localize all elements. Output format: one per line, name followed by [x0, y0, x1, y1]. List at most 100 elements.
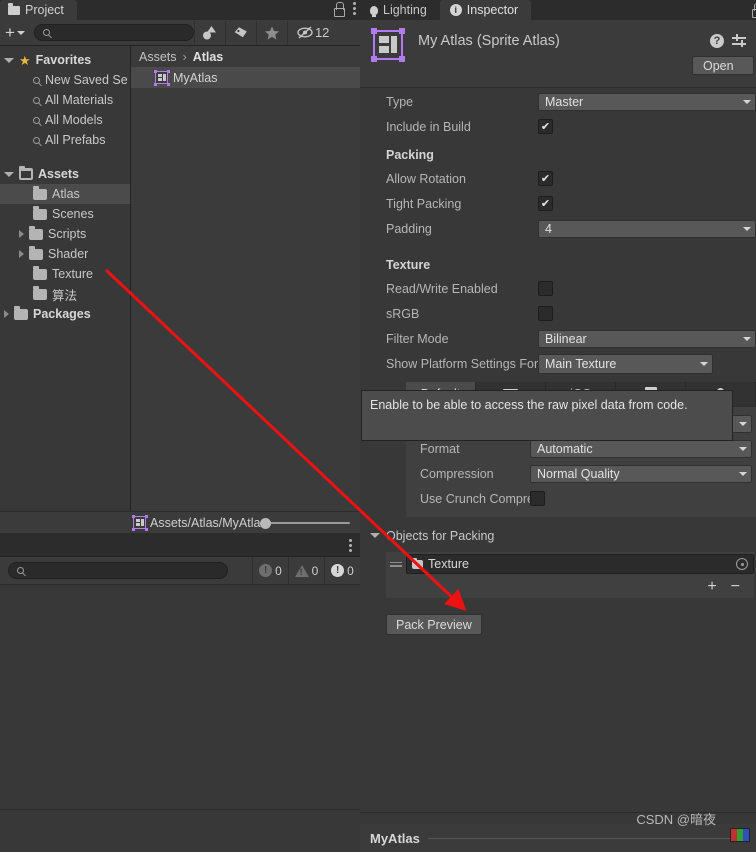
color-swatch-icon[interactable]	[730, 828, 750, 842]
tab-project[interactable]: Project	[0, 0, 77, 20]
chevron-right-icon[interactable]	[19, 230, 24, 238]
error-count-value: 0	[347, 563, 354, 578]
asset-label: MyAtlas	[173, 70, 218, 85]
settings-preset-icon[interactable]	[732, 34, 746, 48]
project-search-box[interactable]	[33, 24, 194, 41]
slider-knob[interactable]	[260, 518, 271, 529]
srgb-checkbox[interactable]: ✔	[538, 306, 553, 321]
tree-item--[interactable]: 算法	[0, 284, 130, 304]
padding-dropdown[interactable]: 4	[538, 219, 756, 238]
tree-item-assets[interactable]: Assets	[0, 164, 130, 184]
filter-by-label-button[interactable]	[224, 20, 256, 45]
lock-icon[interactable]	[333, 2, 345, 17]
packing-object-field[interactable]: Texture	[406, 554, 754, 574]
remove-object-button[interactable]: −	[731, 579, 740, 595]
warning-count[interactable]: 0	[288, 556, 324, 585]
add-object-button[interactable]: +	[707, 579, 716, 595]
tab-inspector[interactable]: i Inspector	[439, 0, 532, 20]
pack-preview-button[interactable]: Pack Preview	[386, 614, 482, 635]
inspector-tabbar: Lighting i Inspector	[360, 0, 756, 20]
open-button[interactable]: Open	[692, 56, 754, 75]
folder-icon	[29, 245, 43, 260]
shapes-filter-icon	[203, 26, 217, 40]
tree-item-label: Shader	[48, 247, 89, 261]
type-dropdown[interactable]: Master	[538, 92, 756, 111]
tree-item-all-models[interactable]: All Models	[0, 110, 130, 130]
object-picker-icon[interactable]	[736, 558, 748, 570]
tree-item-all-materials[interactable]: All Materials	[0, 90, 130, 110]
atlas-type-row: Type Master	[360, 89, 756, 114]
read-write-enabled-checkbox[interactable]: ✔	[538, 281, 553, 296]
tree-item-atlas[interactable]: Atlas	[0, 184, 130, 204]
tree-item-all-prefabs[interactable]: All Prefabs	[0, 130, 130, 150]
unity-editor-window: Project + 12 ★ Favorites New Saved Se Al…	[0, 0, 756, 852]
compression-dropdown[interactable]: Normal Quality	[530, 464, 752, 483]
tag-icon	[234, 26, 247, 37]
plus-icon: +	[5, 22, 15, 42]
hidden-assets-button[interactable]: 12	[286, 20, 335, 45]
chevron-right-icon[interactable]	[4, 310, 9, 318]
icon-size-slider[interactable]	[260, 518, 350, 529]
include-in-build-checkbox[interactable]: ✔	[538, 119, 553, 134]
folder-icon	[33, 205, 47, 220]
objects-for-packing-buttons: + −	[386, 576, 754, 598]
console-search-input[interactable]	[28, 564, 219, 577]
tab-lighting[interactable]: Lighting	[360, 0, 440, 20]
tight-packing-checkbox[interactable]: ✔	[538, 196, 553, 211]
format-value: Automatic	[537, 441, 593, 456]
chevron-down-icon[interactable]	[4, 171, 14, 177]
list-item[interactable]: MyAtlas	[131, 67, 360, 88]
texture-properties: Read/Write Enabled ✔ sRGB ✔ Filter Mode Bilin…	[360, 276, 756, 376]
objects-for-packing-header[interactable]: Objects for Packing	[360, 523, 756, 548]
tree-item-scripts[interactable]: Scripts	[0, 224, 130, 244]
texture-srgb-row: sRGB ✔	[360, 301, 756, 326]
hidden-count-label: 12	[314, 25, 330, 40]
packing-padding-row: Padding 4	[360, 216, 756, 241]
console-tabbar	[0, 533, 360, 557]
drag-handle-icon[interactable]	[390, 561, 402, 567]
tree-item-texture[interactable]: Texture	[0, 264, 130, 284]
format-dropdown[interactable]: Automatic	[530, 439, 752, 458]
atlas-general-properties: Type Master Include in Build ✔	[360, 89, 756, 139]
asset-list: MyAtlas	[131, 67, 360, 88]
breadcrumb-root[interactable]: Assets	[139, 50, 177, 64]
tree-item-label: Scripts	[48, 227, 87, 241]
tree-item-favorites[interactable]: ★ Favorites	[0, 50, 130, 70]
search-input[interactable]	[53, 26, 185, 39]
project-tree: ★ Favorites New Saved Search All Materials A…	[0, 46, 131, 533]
console-search-box[interactable]	[8, 562, 228, 579]
tree-item-new-saved-search[interactable]: New Saved Search	[0, 70, 130, 90]
compression-value: Normal Quality	[537, 466, 620, 481]
filter-by-type-button[interactable]	[193, 20, 225, 45]
format-label: Format	[420, 441, 460, 456]
packing-properties: Allow Rotation ✔ Tight Packing ✔ Padding 4	[360, 166, 756, 241]
kebab-menu-icon[interactable]	[353, 2, 356, 15]
breadcrumb-current: Atlas	[192, 49, 224, 64]
allow-rotation-checkbox[interactable]: ✔	[538, 171, 553, 186]
tree-item-shader[interactable]: Shader	[0, 244, 130, 264]
folder-open-icon	[19, 166, 33, 180]
tree-item-label: Texture	[52, 267, 93, 281]
texture-filter-mode-row: Filter Mode Bilinear	[360, 326, 756, 351]
tab-project-label: Project	[25, 3, 64, 17]
help-icon[interactable]: ?	[710, 34, 724, 48]
console-divider	[0, 809, 360, 810]
folder-icon	[8, 3, 20, 15]
tree-item-scenes[interactable]: Scenes	[0, 204, 130, 224]
chevron-right-icon[interactable]	[19, 250, 24, 258]
show-platform-settings-for-dropdown[interactable]: Main Texture	[538, 353, 713, 374]
filter-mode-dropdown[interactable]: Bilinear	[538, 329, 756, 348]
log-count[interactable]: ! 0	[252, 556, 288, 585]
packing-tight-packing-row: Tight Packing ✔	[360, 191, 756, 216]
use-crunch-compression-label: Use Crunch Compression	[420, 491, 530, 506]
use-crunch-compression-checkbox[interactable]: ✔	[530, 491, 545, 506]
filter-favorites-button[interactable]	[255, 20, 287, 45]
tree-item-packages[interactable]: Packages	[0, 304, 130, 324]
kebab-menu-icon[interactable]	[349, 539, 352, 552]
add-asset-button[interactable]: +	[2, 23, 30, 43]
chevron-down-icon[interactable]	[4, 57, 14, 63]
error-count[interactable]: ! 0	[324, 556, 360, 585]
sprite-atlas-icon	[153, 69, 170, 86]
type-label: Type	[386, 94, 414, 109]
type-value: Master	[545, 94, 584, 109]
